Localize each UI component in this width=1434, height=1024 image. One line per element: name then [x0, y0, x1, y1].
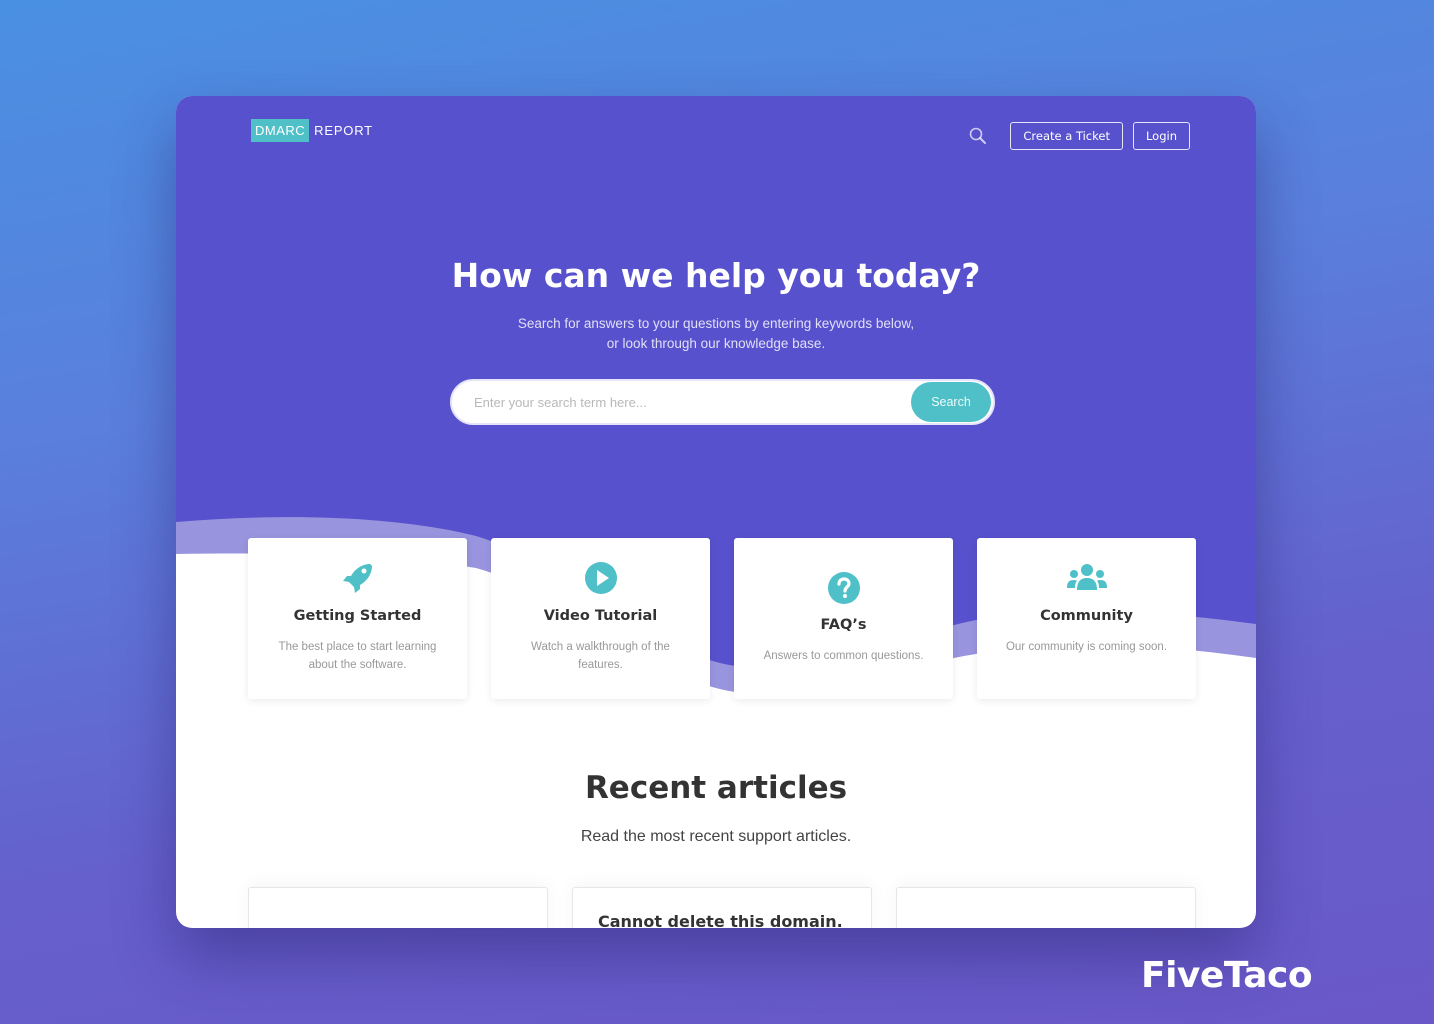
card-title: FAQ’s — [820, 617, 867, 633]
search-input[interactable] — [474, 381, 894, 423]
question-circle-icon — [827, 572, 860, 604]
article-title: Cannot delete this domain. — [598, 912, 843, 928]
card-community[interactable]: Community Our community is coming soon. — [977, 538, 1196, 699]
card-video-tutorial[interactable]: Video Tutorial Watch a walkthrough of th… — [491, 538, 710, 699]
play-circle-icon — [584, 562, 617, 594]
article-card[interactable] — [896, 887, 1196, 928]
recent-articles-list: Cannot delete this domain. — [248, 887, 1196, 928]
hero-subtitle: Search for answers to your questions by … — [517, 316, 915, 351]
card-getting-started[interactable]: Getting Started The best place to start … — [248, 538, 467, 699]
card-faqs[interactable]: FAQ’s Answers to common questions. — [734, 538, 953, 699]
fivetaco-watermark: FiveTaco — [1141, 955, 1313, 996]
card-description: Answers to common questions. — [763, 650, 924, 662]
logo-box: DMARC — [251, 119, 310, 142]
create-ticket-button[interactable]: Create a Ticket — [1010, 122, 1123, 150]
article-card[interactable] — [248, 887, 548, 928]
top-nav: Create a Ticket Login — [968, 122, 1190, 150]
login-button[interactable]: Login — [1132, 122, 1190, 150]
article-card[interactable]: Cannot delete this domain. — [572, 887, 872, 928]
search-button[interactable]: Search — [911, 382, 991, 422]
card-title: Video Tutorial — [543, 608, 658, 624]
card-title: Community — [1040, 608, 1133, 624]
card-description: Our community is coming soon. — [1005, 641, 1168, 653]
recent-articles-title: Recent articles — [584, 770, 848, 806]
card-title: Getting Started — [293, 608, 422, 624]
search-icon[interactable] — [968, 126, 988, 146]
hero-title: How can we help you today? — [451, 256, 981, 295]
recent-articles-subtitle: Read the most recent support articles. — [580, 828, 852, 845]
card-description: The best place to start learning about t… — [278, 641, 437, 671]
card-description: Watch a walkthrough of the features. — [531, 641, 670, 671]
users-icon — [1066, 564, 1107, 590]
logo-text: REPORT — [314, 123, 373, 138]
search-bar: Search — [450, 379, 995, 425]
rocket-icon — [342, 564, 372, 593]
logo[interactable]: DMARC REPORT — [251, 119, 373, 142]
browser-frame: DMARC REPORT Create a Ticket Login How c… — [176, 96, 1256, 928]
category-cards: Getting Started The best place to start … — [248, 538, 1196, 699]
